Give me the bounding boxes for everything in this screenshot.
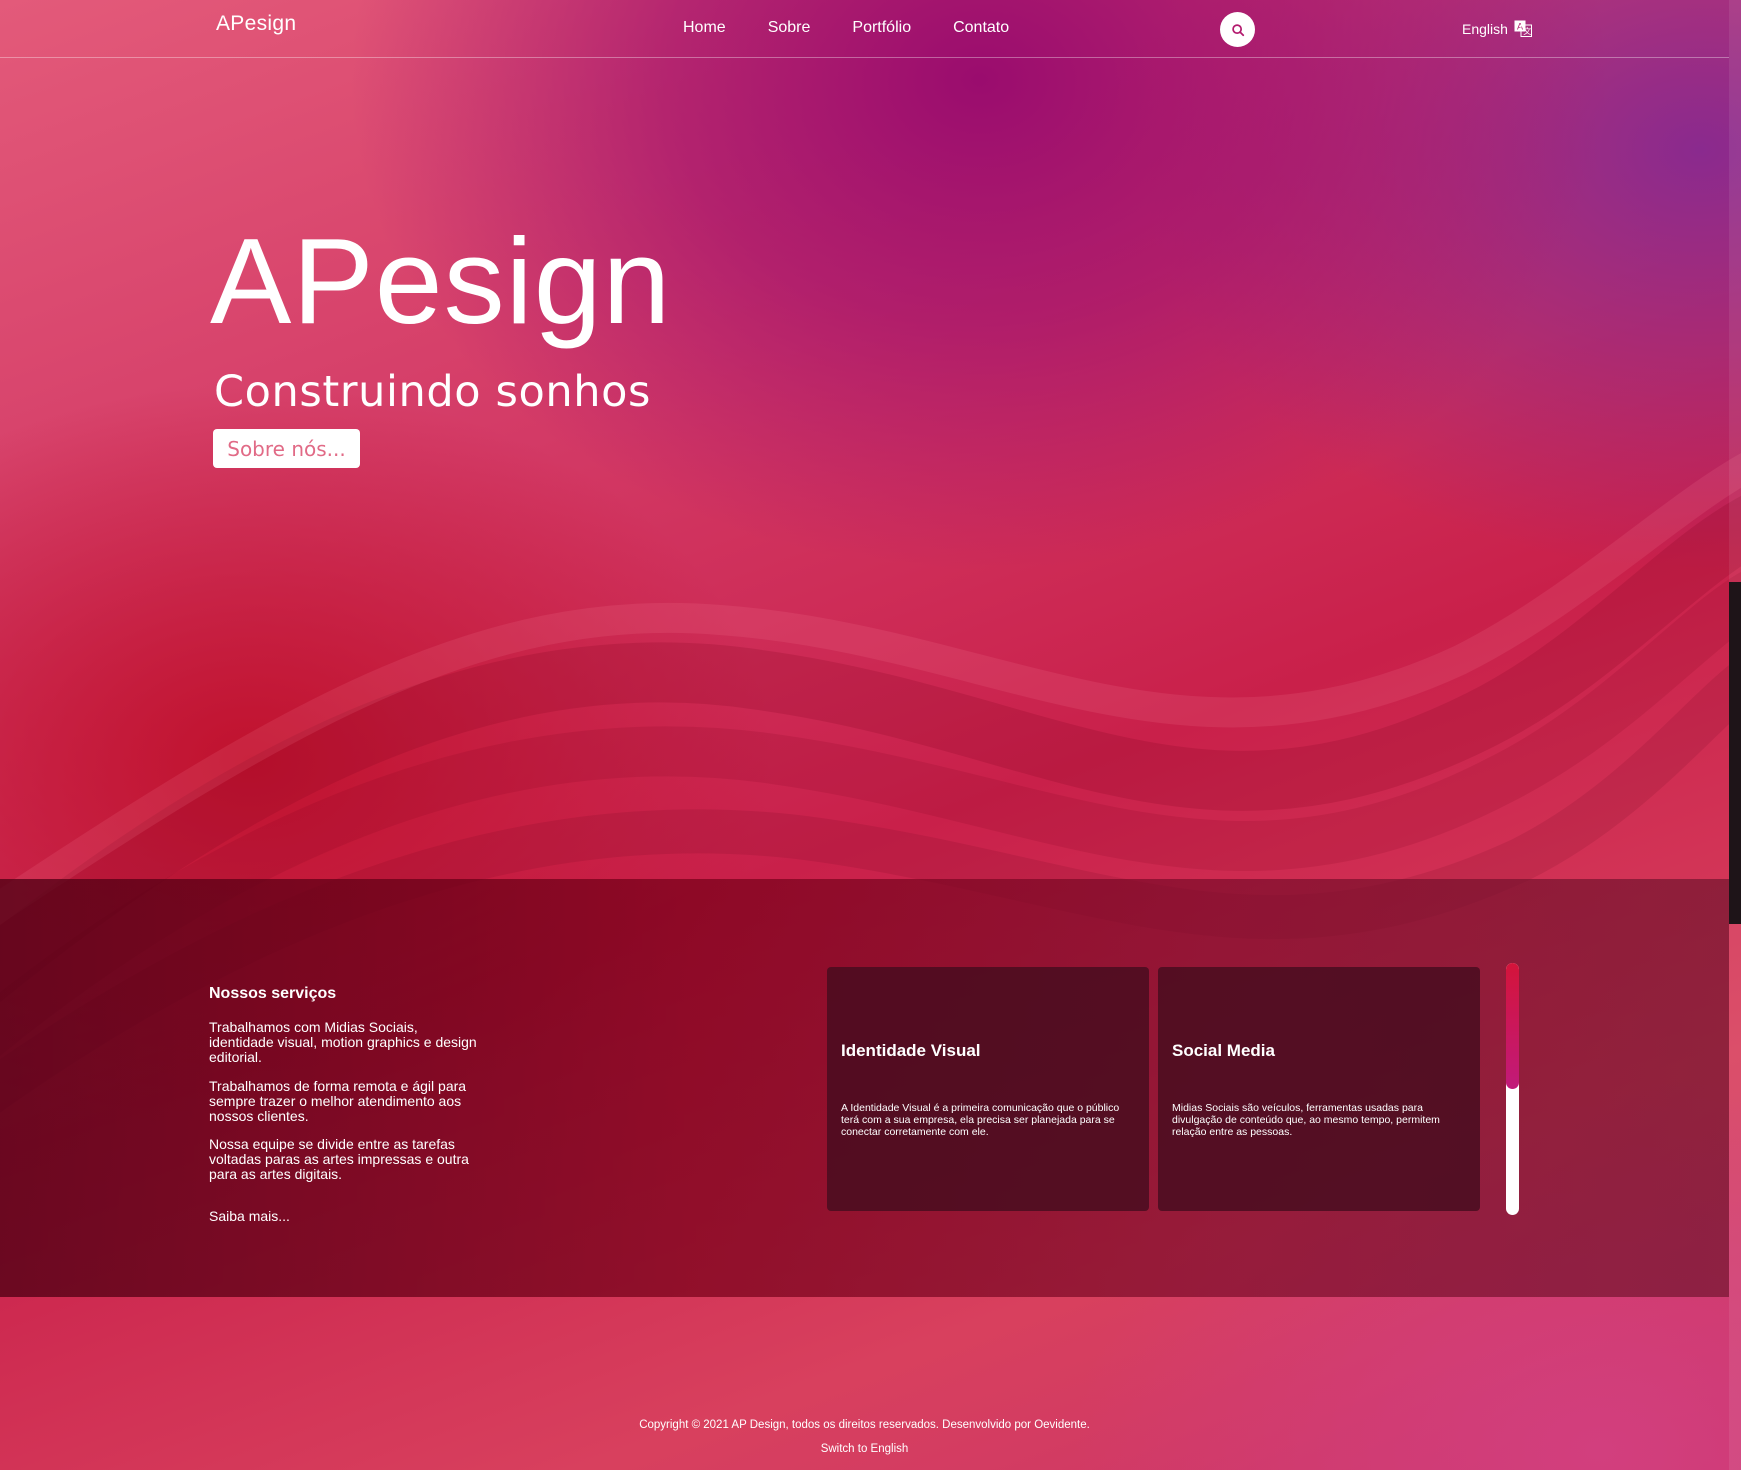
- service-card-social-media[interactable]: Social Media Midias Sociais são veículos…: [1158, 967, 1480, 1211]
- carousel-scrollbar[interactable]: [1506, 963, 1519, 1215]
- page-scroll-thumb[interactable]: [1729, 582, 1741, 924]
- translate-icon: A 文: [1514, 20, 1532, 37]
- about-us-button[interactable]: Sobre nós...: [213, 429, 360, 468]
- switch-language-link[interactable]: Switch to English: [0, 1443, 1729, 1455]
- top-nav-bar: APesign Home Sobre Portfólio Contato Eng…: [0, 0, 1729, 58]
- hero-tagline: Construindo sonhos: [214, 367, 651, 417]
- hero-logo: APesign: [210, 213, 672, 349]
- card-body: Midias Sociais são veículos, ferramentas…: [1172, 1102, 1440, 1138]
- nav-contato[interactable]: Contato: [953, 19, 1009, 37]
- copyright-text: Copyright © 2021 AP Design, todos os dir…: [639, 1419, 1090, 1431]
- search-button[interactable]: [1220, 12, 1255, 47]
- search-icon: [1231, 23, 1244, 36]
- carousel-scroll-thumb[interactable]: [1506, 963, 1519, 1089]
- nav-home[interactable]: Home: [683, 19, 726, 37]
- learn-more-link[interactable]: Saiba mais...: [209, 1208, 290, 1224]
- brand-logo[interactable]: APesign: [216, 12, 296, 36]
- nav-portfolio[interactable]: Portfólio: [852, 19, 911, 37]
- services-paragraph: Trabalhamos de forma remota e ágil para …: [209, 1078, 467, 1124]
- svg-text:A: A: [1517, 22, 1523, 32]
- svg-text:文: 文: [1523, 26, 1531, 36]
- page-scrollbar[interactable]: [1729, 0, 1741, 1470]
- card-title: Identidade Visual: [841, 1041, 981, 1060]
- nav-sobre[interactable]: Sobre: [768, 19, 811, 37]
- language-switcher[interactable]: English A 文: [1462, 20, 1532, 37]
- services-paragraph: Trabalhamos com Midias Sociais, identida…: [209, 1019, 477, 1065]
- card-body: A Identidade Visual é a primeira comunic…: [841, 1102, 1120, 1138]
- services-title: Nossos serviços: [209, 985, 337, 1002]
- service-card-identidade-visual[interactable]: Identidade Visual A Identidade Visual é …: [827, 967, 1149, 1211]
- card-title: Social Media: [1172, 1041, 1275, 1060]
- main-nav: Home Sobre Portfólio Contato: [683, 19, 1051, 37]
- language-label: English: [1462, 20, 1508, 37]
- services-paragraph: Nossa equipe se divide entre as tarefas …: [209, 1136, 469, 1182]
